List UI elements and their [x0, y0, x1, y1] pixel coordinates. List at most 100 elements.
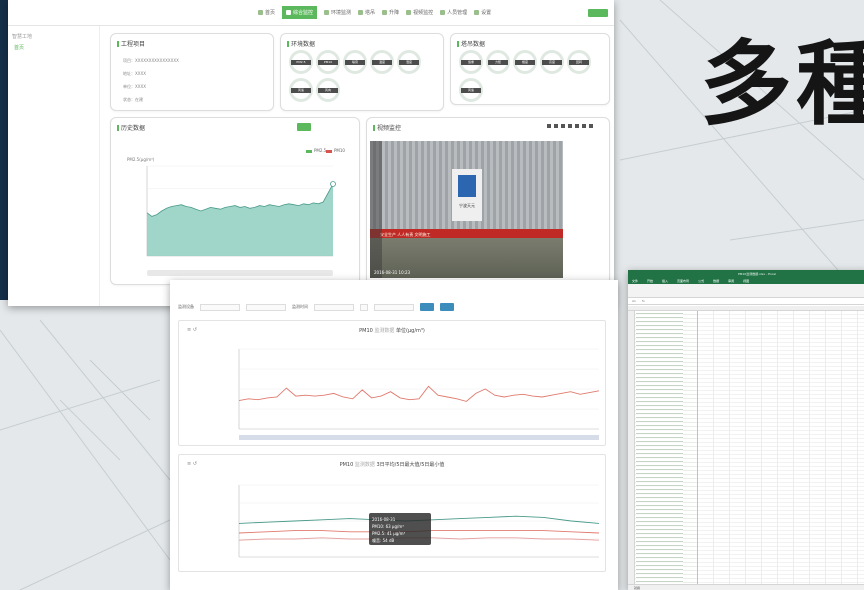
crane-panel: 塔吊数据 载重 力矩 幅度 高度 回转 风速 [450, 33, 610, 105]
user-icon [440, 10, 446, 15]
fx-icon: fx [641, 299, 645, 303]
formula-bar[interactable]: A1 fx [628, 298, 864, 305]
data-columns [628, 311, 698, 590]
history-area-chart [146, 165, 336, 257]
nav-item[interactable]: 人员管理 [440, 9, 467, 16]
data-point [330, 181, 336, 187]
calendar-icon[interactable] [360, 303, 368, 311]
spreadsheet-screenshot: PM10监测数据.xlsx - Excel 文件 开始 插入 页面布局 公式 数… [628, 270, 864, 590]
status-bar: 就绪 [628, 584, 864, 590]
chart-card-1: ≡ ↺ PM10 监测数据 单位(μg/m³) [178, 320, 606, 446]
sidebar: 智慧工地 首页 [8, 26, 100, 306]
area-fill [147, 184, 333, 256]
query-button[interactable] [420, 303, 434, 311]
home-icon [258, 10, 263, 15]
env-gauges: PM2.5 PM10 噪音 温度 湿度 风速 风向 [289, 50, 422, 102]
nav-item[interactable]: 视频监控 [406, 9, 433, 16]
control-icon[interactable] [589, 124, 593, 128]
menu-item[interactable]: 数据 [713, 278, 719, 284]
nav-item[interactable]: 首页 [258, 9, 275, 16]
history-panel: 历史数据 PM2.5 PM10 PM2.5(μg/m³) [110, 117, 360, 285]
menu-item[interactable]: 视图 [743, 278, 749, 284]
gauge: 风速 [289, 78, 313, 102]
gauge: 载重 [459, 50, 483, 74]
video-controls [547, 124, 593, 128]
zoom-slider[interactable] [147, 270, 333, 276]
menu-item[interactable]: 页面布局 [677, 278, 689, 284]
panel-title: 工程项目 [117, 39, 145, 48]
sheet-grid[interactable] [628, 306, 864, 590]
gauge: 湿度 [397, 50, 421, 74]
menu-item[interactable]: 文件 [632, 278, 638, 284]
gauge: 高度 [540, 50, 564, 74]
control-icon[interactable] [568, 124, 572, 128]
end-date-input[interactable] [374, 303, 414, 311]
menu-item[interactable]: 公式 [698, 278, 704, 284]
panel-title: 环境数据 [287, 39, 315, 48]
sidebar-item-home[interactable]: 首页 [14, 44, 99, 51]
chart-card-2: ≡ ↺ PM10 监测数据 3日平均/5日最大值/5日最小值 2016-08-3… [178, 454, 606, 572]
nav-item[interactable]: 环境监测 [324, 9, 351, 16]
company-sign: 宁波天元 [452, 169, 482, 221]
excel-title-bar: PM10监测数据.xlsx - Excel [628, 270, 864, 278]
login-button[interactable] [588, 9, 608, 17]
device-label: 监测设备 [178, 304, 194, 309]
panel-title: 塔吊数据 [457, 39, 485, 48]
empty-cells [698, 311, 864, 590]
gauge: PM10 [316, 50, 340, 74]
gauge: 力矩 [486, 50, 510, 74]
video-timestamp: 2016-08-31 10:23 [374, 270, 411, 275]
nav-item-active[interactable]: 综合监控 [282, 6, 318, 19]
point-select[interactable] [246, 303, 286, 311]
crane-gauges: 载重 力矩 幅度 高度 回转 风速 [459, 50, 592, 102]
filter-bar: 监测设备 监测时间 [178, 302, 608, 312]
menu-item[interactable]: 开始 [647, 278, 653, 284]
nav-item[interactable]: 升降 [382, 9, 399, 16]
info-row: 地址：XXXX [123, 71, 146, 76]
gauge: 温度 [370, 50, 394, 74]
excel-ribbon [628, 284, 864, 298]
camera-icon [406, 10, 412, 15]
time-label: 监测时间 [292, 304, 308, 309]
project-panel: 工程项目 项目：XXXXXXXXXXXXXXXX 地址：XXXX 单位：XXXX… [110, 33, 274, 111]
dashboard-screenshot: 首页 综合监控 环境监测 塔吊 升降 视频监控 人员管理 设置 智慧工地 首页 … [8, 0, 614, 306]
cell-reference: A1 [632, 299, 636, 303]
video-feed[interactable]: 宁波天元 安全生产 人人有责 文明施工 2016-08-31 10:23 [370, 141, 563, 278]
environment-panel: 环境数据 PM2.5 PM10 噪音 温度 湿度 风速 风向 [280, 33, 444, 111]
monitor-screenshot: 监测设备 监测时间 ≡ ↺ PM10 监测数据 单位(μg/m³) ≡ ↺ PM… [170, 280, 618, 590]
monitor-icon [286, 10, 292, 15]
control-icon[interactable] [575, 124, 579, 128]
control-icon[interactable] [582, 124, 586, 128]
foreground-blur [370, 141, 382, 278]
menu-item[interactable]: 插入 [662, 278, 668, 284]
nav-item[interactable]: 设置 [474, 9, 491, 16]
logo-icon [458, 175, 476, 197]
info-row: 单位：XXXX [123, 84, 146, 89]
device-select[interactable] [200, 303, 240, 311]
gauge: 回转 [567, 50, 591, 74]
gauge: 风速 [459, 78, 483, 102]
top-nav: 首页 综合监控 环境监测 塔吊 升降 视频监控 人员管理 设置 [8, 0, 614, 26]
gauge: PM2.5 [289, 50, 313, 74]
lift-icon [382, 10, 388, 15]
nav-item[interactable]: 塔吊 [358, 9, 375, 16]
control-icon[interactable] [561, 124, 565, 128]
info-row: 状态：在建 [123, 97, 143, 102]
start-date-input[interactable] [314, 303, 354, 311]
menu-item[interactable]: 审阅 [728, 278, 734, 284]
gauge: 幅度 [513, 50, 537, 74]
control-icon[interactable] [554, 124, 558, 128]
info-row: 项目：XXXXXXXXXXXXXXXX [123, 58, 179, 63]
headline: 多種 [700, 31, 864, 138]
chart-tooltip: 2016-08-31 PM10: 63 μg/m³ PM2.5: 41 μg/m… [369, 513, 431, 545]
gear-icon [474, 10, 480, 15]
leaf-icon [324, 10, 330, 15]
crane-icon [358, 10, 364, 15]
export-button[interactable] [440, 303, 454, 311]
pm10-line-chart [238, 348, 600, 440]
panel-title: 视频监控 [373, 123, 401, 132]
gauge: 噪音 [343, 50, 367, 74]
gauge: 风向 [316, 78, 340, 102]
control-icon[interactable] [547, 124, 551, 128]
sidebar-title: 智慧工地 [12, 34, 33, 40]
